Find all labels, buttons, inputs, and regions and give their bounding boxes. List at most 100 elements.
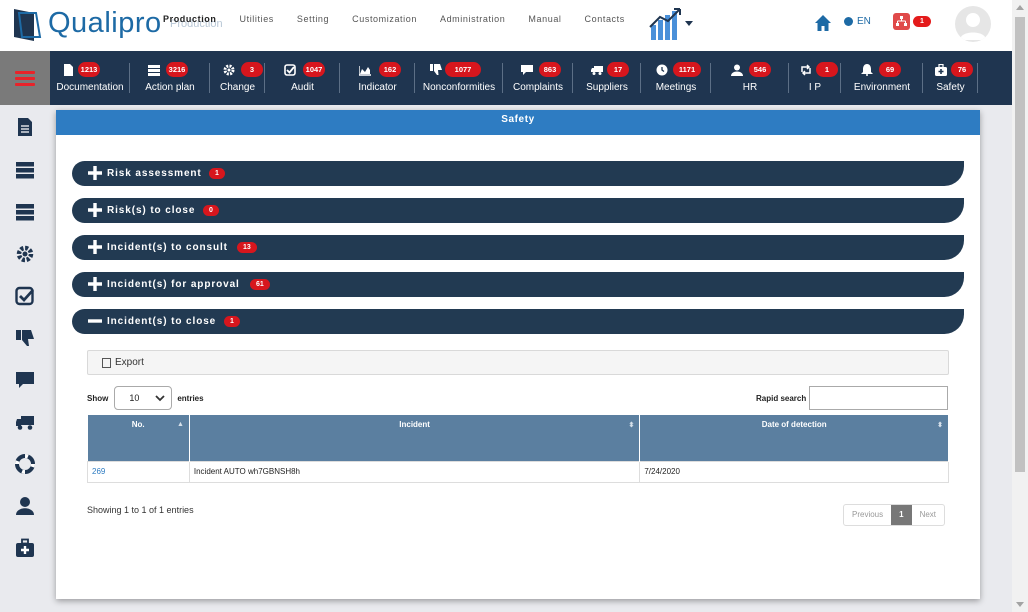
dashboard-chart-icon[interactable]: [648, 5, 694, 41]
qualipro-logo[interactable]: Qualipro: [10, 5, 161, 45]
module-count: 1047: [303, 62, 325, 77]
nav-utilities[interactable]: Utilities: [240, 14, 274, 24]
table-row[interactable]: 269 Incident AUTO wh7GBNSH8h 7/24/2020: [87, 460, 949, 483]
module-count: 3216: [166, 62, 188, 77]
module-hr[interactable]: 546 HR: [711, 51, 789, 105]
thumbs-down-icon[interactable]: [15, 328, 35, 348]
truck-icon[interactable]: [15, 412, 35, 432]
menu-toggle-button[interactable]: [0, 51, 50, 105]
section-title: Risk assessment: [107, 168, 202, 179]
language-selector[interactable]: EN: [844, 16, 871, 27]
nav-production[interactable]: Production: [163, 14, 217, 24]
module-label: Action plan: [145, 82, 195, 93]
nav-administration[interactable]: Administration: [440, 14, 505, 24]
scroll-down-arrow-icon[interactable]: [1016, 602, 1024, 607]
page-size-value: 10: [129, 393, 140, 403]
incident-number-link[interactable]: 269: [92, 467, 105, 476]
server-icon[interactable]: [15, 160, 35, 180]
module-suppliers[interactable]: 17 Suppliers: [573, 51, 641, 105]
module-label: Environment: [853, 82, 911, 93]
top-nav: Production Utilities Setting Customizati…: [163, 14, 648, 24]
page-size-control: Show 10 entries: [87, 386, 204, 410]
module-complaints[interactable]: 863 Complaints: [503, 51, 573, 105]
safety-panel: Safety Risk assessment 1 Risk(s) to clos…: [56, 110, 980, 599]
module-count: 69: [879, 62, 901, 77]
notifications[interactable]: 1: [893, 13, 931, 30]
section-incidents-to-consult[interactable]: Incident(s) to consult 13: [72, 235, 964, 260]
clock-icon: [656, 64, 668, 76]
notification-count: 1: [913, 16, 931, 27]
comment-icon[interactable]: [15, 370, 35, 390]
document-icon[interactable]: [15, 117, 35, 137]
module-documentation[interactable]: 1213 Documentation: [50, 51, 130, 105]
module-count: 1077: [445, 62, 481, 77]
left-sidebar: [0, 105, 50, 612]
medkit-icon[interactable]: [15, 538, 35, 558]
gear-icon[interactable]: [15, 244, 35, 264]
life-ring-icon[interactable]: [15, 454, 35, 474]
rapid-search: Rapid search: [756, 386, 949, 410]
module-label: HR: [742, 82, 758, 93]
sitemap-icon: [893, 13, 910, 30]
export-button[interactable]: Export: [102, 357, 144, 368]
cell-no[interactable]: 269: [87, 460, 190, 483]
section-incidents-for-approval[interactable]: Incident(s) for approval 61: [72, 272, 964, 297]
module-label: Meetings: [655, 82, 697, 93]
section-incidents-to-close[interactable]: Incident(s) to close 1: [72, 309, 964, 334]
section-title: Incident(s) to close: [107, 316, 217, 327]
minus-icon[interactable]: [87, 313, 103, 329]
user-icon[interactable]: [15, 496, 35, 516]
module-action-plan[interactable]: 3216 Action plan: [130, 51, 210, 105]
nav-contacts[interactable]: Contacts: [585, 14, 625, 24]
module-label: Indicator: [358, 82, 397, 93]
language-label: EN: [857, 16, 871, 27]
module-environment[interactable]: 69 Environment: [841, 51, 923, 105]
module-safety[interactable]: 76 Safety: [923, 51, 978, 105]
checkbox-icon[interactable]: [15, 286, 35, 306]
scroll-up-arrow-icon[interactable]: [1016, 5, 1024, 10]
gear-icon: [223, 64, 235, 76]
section-title: Incident(s) for approval: [107, 279, 240, 290]
next-page-button[interactable]: Next: [912, 505, 944, 525]
page-scrollbar[interactable]: [1012, 0, 1028, 612]
document-icon: [64, 64, 73, 76]
section-risks-to-close[interactable]: Risk(s) to close 0: [72, 198, 964, 223]
column-header-date[interactable]: Date of detection ⬍: [639, 415, 949, 461]
plus-icon[interactable]: [87, 276, 103, 292]
user-icon: [731, 64, 743, 76]
module-indicator[interactable]: 162 Indicator: [340, 51, 415, 105]
module-meetings[interactable]: 1171 Meetings: [641, 51, 711, 105]
nav-customization[interactable]: Customization: [352, 14, 417, 24]
module-change[interactable]: 3 Change: [210, 51, 265, 105]
current-page-button[interactable]: 1: [891, 505, 912, 525]
nav-setting[interactable]: Setting: [297, 14, 329, 24]
scroll-thumb[interactable]: [1015, 17, 1025, 472]
checkbox-icon: [284, 64, 296, 76]
section-risk-assessment[interactable]: Risk assessment 1: [72, 161, 964, 186]
plus-icon[interactable]: [87, 239, 103, 255]
column-header-incident[interactable]: Incident ⬍: [189, 415, 641, 461]
section-count: 13: [237, 242, 257, 253]
previous-page-button[interactable]: Previous: [844, 505, 891, 525]
page-size-select[interactable]: 10: [114, 386, 173, 410]
plus-icon[interactable]: [87, 202, 103, 218]
module-ip[interactable]: 1 I P: [789, 51, 841, 105]
module-label: Nonconformities: [422, 82, 496, 93]
module-count: 3: [241, 62, 263, 77]
module-count: 1213: [78, 62, 100, 77]
search-input[interactable]: [809, 386, 949, 410]
bell-icon: [861, 64, 873, 76]
section-count: 1: [209, 168, 225, 179]
plus-icon[interactable]: [87, 165, 103, 181]
column-header-no[interactable]: No. ▲: [87, 415, 190, 461]
module-nonconformities[interactable]: 1077 Nonconformities: [415, 51, 503, 105]
medkit-icon: [935, 64, 947, 76]
section-count: 0: [203, 205, 219, 216]
avatar[interactable]: [955, 6, 991, 42]
cell-incident: Incident AUTO wh7GBNSH8h: [188, 460, 641, 483]
server-icon[interactable]: [15, 202, 35, 222]
nav-manual[interactable]: Manual: [528, 14, 561, 24]
module-audit[interactable]: 1047 Audit: [265, 51, 340, 105]
home-icon[interactable]: [814, 14, 832, 32]
section-count: 1: [224, 316, 240, 327]
